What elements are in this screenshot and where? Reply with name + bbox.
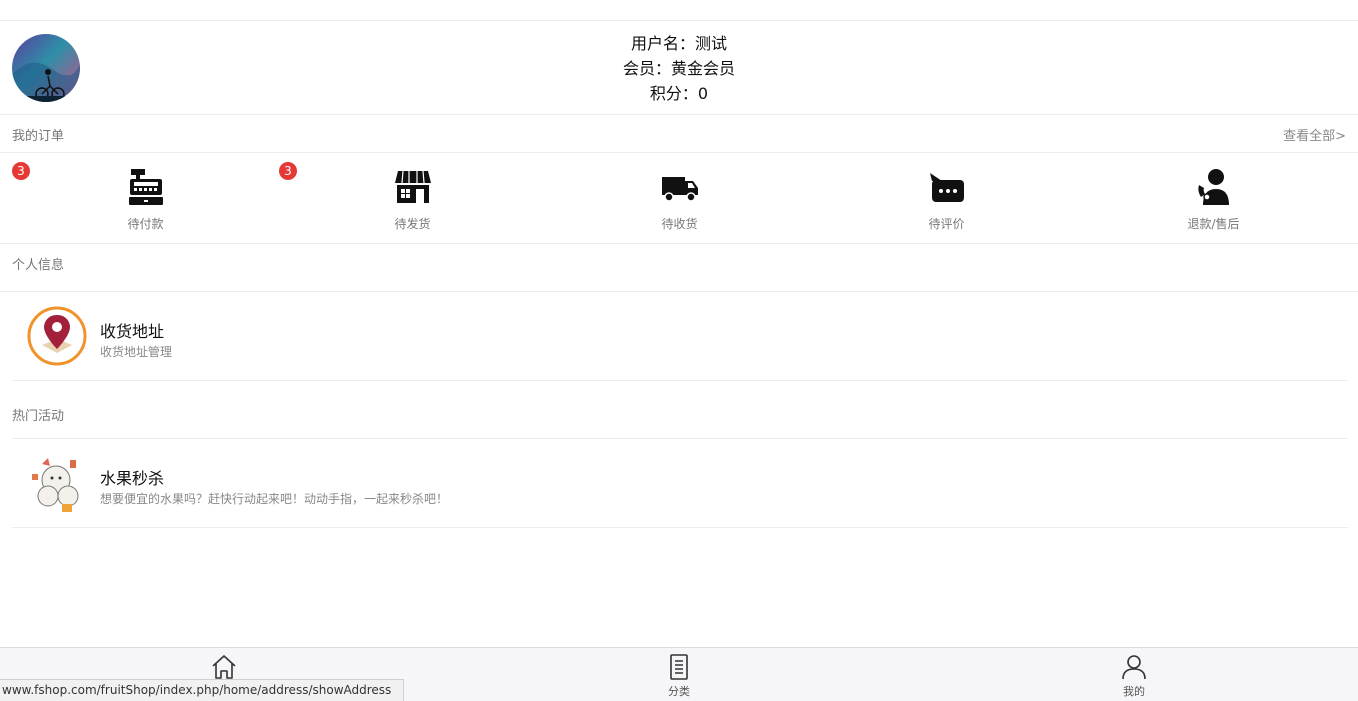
orders-section-header: 我的订单 查看全部>: [0, 115, 1358, 153]
pending-shipment-badge: 3: [279, 162, 297, 180]
address-row[interactable]: 收货地址 收货地址管理: [12, 291, 1348, 381]
address-subtitle: 收货地址管理: [100, 345, 173, 359]
activities-section-header: 热门活动: [0, 381, 1358, 437]
truck-icon: [661, 177, 698, 202]
order-pending-shipment[interactable]: 3 待发货: [279, 153, 546, 243]
list-icon: [670, 654, 688, 680]
status-bar-url: www.fshop.com/fruitShop/index.php/home/a…: [0, 679, 405, 701]
order-pending-payment[interactable]: 3 待付款: [12, 153, 279, 243]
pending-receipt-label: 待收货: [661, 217, 698, 231]
points-text: 积分：0: [649, 84, 709, 103]
tab-category-label: 分类: [668, 685, 690, 698]
view-all-orders-link[interactable]: 查看全部>: [1283, 125, 1346, 144]
address-title: 收货地址: [100, 322, 165, 341]
refund-aftersale-label: 退款/售后: [1187, 217, 1240, 231]
flash-sale-image: [26, 452, 88, 514]
flash-sale-subtitle: 想要便宜的水果吗？赶快行动起来吧！动动手指，一起来秒杀吧！: [100, 492, 449, 506]
tab-mine-label: 我的: [1123, 685, 1145, 698]
cash-register-icon: [128, 169, 163, 205]
flash-sale-title: 水果秒杀: [100, 469, 165, 488]
comment-icon: [929, 173, 964, 202]
store-icon: [394, 170, 431, 203]
home-icon: [212, 655, 236, 679]
tab-category[interactable]: 分类: [529, 648, 829, 701]
location-pin-icon: [27, 306, 87, 366]
pending-payment-label: 待付款: [127, 217, 164, 231]
profile-info: 用户名：测试 会员：黄金会员 积分：0: [0, 31, 1358, 106]
personal-section-header: 个人信息: [0, 244, 1358, 292]
orders-title: 我的订单: [12, 129, 65, 144]
customer-service-icon: [1197, 169, 1229, 205]
page: 用户名：测试 会员：黄金会员 积分：0 我的订单 查看全部> 3 待付款 3 待…: [0, 0, 1358, 701]
user-icon: [1122, 655, 1146, 680]
profile-header: 用户名：测试 会员：黄金会员 积分：0: [0, 21, 1358, 115]
pending-shipment-label: 待发货: [394, 217, 431, 231]
member-level-text: 会员：黄金会员: [622, 59, 735, 78]
order-pending-receipt[interactable]: 待收货: [546, 153, 813, 243]
flash-sale-row[interactable]: 水果秒杀 想要便宜的水果吗？赶快行动起来吧！动动手指，一起来秒杀吧！: [12, 438, 1348, 528]
tab-mine[interactable]: 我的: [984, 648, 1284, 701]
order-pending-review[interactable]: 待评价: [813, 153, 1080, 243]
top-strip: [0, 0, 1358, 21]
order-refund-aftersale[interactable]: 退款/售后: [1080, 153, 1347, 243]
pending-payment-badge: 3: [12, 162, 30, 180]
activities-title: 热门活动: [12, 409, 65, 424]
personal-title: 个人信息: [12, 258, 65, 273]
username-text: 用户名：测试: [630, 34, 727, 53]
order-status-bar: 3 待付款 3 待发货 待收货 待评价 退款/售后: [0, 153, 1358, 244]
pending-review-label: 待评价: [928, 217, 965, 231]
